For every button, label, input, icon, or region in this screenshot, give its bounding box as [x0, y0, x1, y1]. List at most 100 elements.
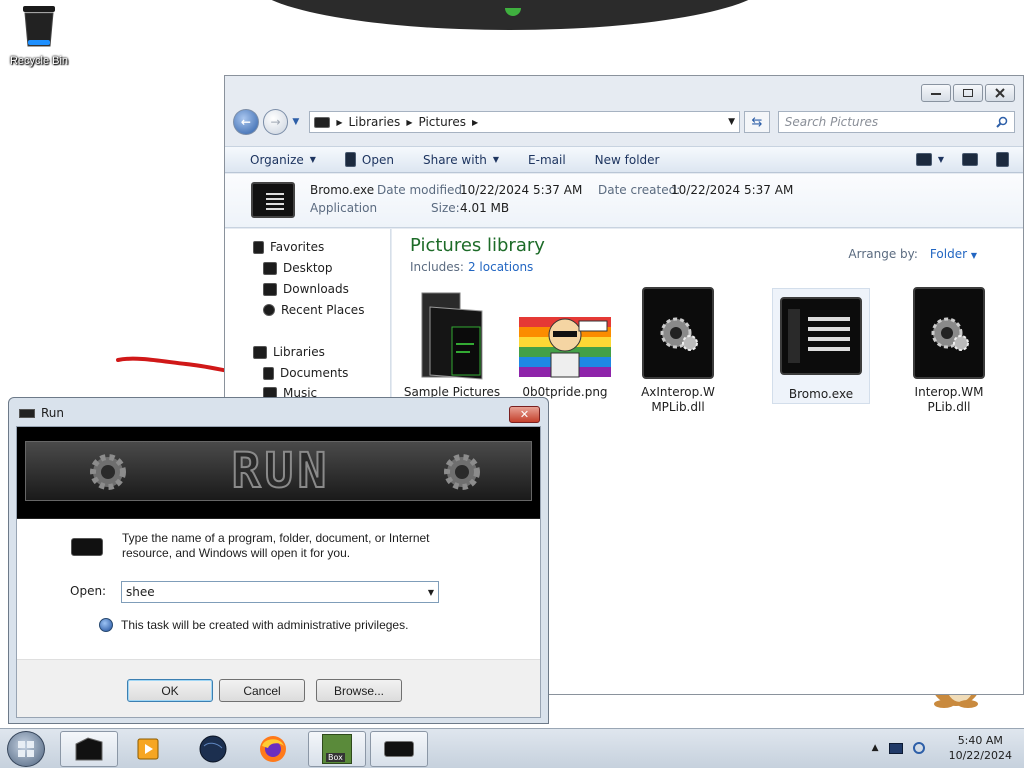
back-arrow-icon: ← — [240, 115, 251, 129]
close-button[interactable] — [985, 84, 1015, 102]
taskbar-explorer[interactable] — [60, 731, 118, 767]
run-body: RUN Type the name of a program, folder, … — [16, 426, 541, 718]
taskbar-media-player[interactable] — [120, 731, 178, 767]
favorites-icon — [253, 240, 264, 254]
ok-button[interactable]: OK — [127, 679, 213, 702]
recycle-bin-shortcut[interactable]: Recycle Bin — [8, 4, 70, 67]
new-folder-label: New folder — [594, 152, 660, 167]
file-item[interactable]: AxInterop.WMPLib.dll — [629, 287, 727, 415]
breadcrumb-pictures[interactable]: Pictures — [418, 115, 466, 129]
size-value: 4.01 MB — [460, 201, 510, 215]
preview-pane-icon[interactable] — [962, 153, 978, 166]
start-button[interactable] — [7, 731, 45, 767]
chevron-right-icon[interactable]: ▶ — [406, 118, 412, 127]
windows-logo-icon — [18, 741, 34, 757]
file-item[interactable]: Interop.WMPLib.dll — [900, 287, 998, 415]
system-tray: ▲ 5:40 AM 10/22/2024 — [872, 733, 1012, 763]
chevron-right-icon[interactable]: ▶ — [336, 118, 342, 127]
button-strip: OK Cancel Browse... — [17, 659, 540, 717]
sidebar-item-downloads[interactable]: Downloads — [263, 282, 349, 296]
open-input[interactable]: shee ▼ — [121, 581, 439, 603]
minimize-icon — [931, 93, 941, 95]
taskbar-firefox[interactable] — [244, 731, 302, 767]
minimize-button[interactable] — [921, 84, 951, 102]
back-button[interactable]: ← — [233, 109, 259, 135]
file-item[interactable]: 0b0tpride.png — [516, 287, 614, 400]
sidebar-item-libraries[interactable]: Libraries — [253, 345, 325, 359]
clock-time: 5:40 AM — [957, 734, 1003, 747]
recycle-bin-label: Recycle Bin — [9, 55, 69, 67]
open-button[interactable]: Open — [344, 152, 394, 167]
recent-places-icon — [263, 304, 275, 316]
date-created-value: 10/22/2024 5:37 AM — [671, 183, 794, 197]
box-app-icon: Box — [322, 734, 352, 764]
recent-pages-dropdown-icon[interactable]: ▼ — [292, 117, 299, 127]
libraries-label: Libraries — [273, 345, 325, 359]
sidebar-item-favorites[interactable]: Favorites — [253, 240, 324, 254]
email-button[interactable]: E-mail — [528, 153, 566, 167]
chevron-right-icon[interactable]: ▶ — [472, 118, 478, 127]
address-bar[interactable]: ▶ Libraries ▶ Pictures ▶ ▼ — [309, 111, 741, 133]
volume-icon[interactable] — [912, 742, 925, 754]
recycle-bin-icon — [23, 6, 55, 47]
taskbar-run[interactable] — [370, 731, 428, 767]
gear-icon — [444, 454, 480, 490]
shield-icon — [99, 618, 113, 632]
sidebar-item-documents[interactable]: Documents — [263, 366, 348, 380]
file-name: AxInterop.WMPLib.dll — [641, 385, 715, 414]
forward-button[interactable]: → — [262, 109, 289, 135]
refresh-button[interactable]: ⇆ — [744, 111, 770, 133]
chevron-down-icon: ▼ — [937, 155, 944, 164]
open-label: Open — [361, 152, 394, 167]
maximize-button[interactable] — [953, 84, 983, 102]
maximize-icon — [963, 89, 973, 97]
date-created-label: Date created: — [598, 183, 681, 197]
downloads-icon — [263, 282, 277, 296]
library-icon — [314, 116, 331, 128]
taskbar-box-app[interactable]: Box — [308, 731, 366, 767]
app-icon — [780, 297, 862, 375]
search-input[interactable]: Search Pictures — [777, 111, 1015, 133]
open-label: Open: — [70, 584, 107, 598]
organize-button[interactable]: Organize ▼ — [250, 153, 316, 167]
details-pane: Bromo.exe Application Date modified: 10/… — [225, 174, 1023, 228]
network-icon[interactable] — [888, 742, 903, 754]
share-with-button[interactable]: Share with ▼ — [423, 153, 499, 167]
chevron-down-icon[interactable]: ▼ — [428, 588, 434, 597]
close-icon — [995, 88, 1005, 98]
view-icon — [915, 153, 932, 166]
library-title: Pictures library — [410, 235, 545, 256]
file-item-selected[interactable]: Bromo.exe — [772, 288, 870, 404]
help-icon[interactable] — [996, 152, 1009, 167]
taskbar-globe-app[interactable] — [184, 731, 242, 767]
browse-button[interactable]: Browse... — [316, 679, 402, 702]
new-folder-button[interactable]: New folder — [595, 153, 660, 167]
change-view-button[interactable]: ▼ — [915, 153, 944, 166]
locations-link[interactable]: 2 locations — [468, 260, 533, 274]
arrange-by-dropdown[interactable]: Folder ▼ — [930, 247, 977, 261]
arrange-by-label: Arrange by: — [848, 247, 918, 261]
clock[interactable]: 5:40 AM 10/22/2024 — [949, 733, 1012, 763]
close-icon: ✕ — [519, 408, 530, 421]
open-input-value: shee — [126, 585, 155, 599]
dll-icon — [913, 287, 985, 379]
admin-notice: This task will be created with administr… — [99, 618, 408, 632]
sidebar-item-desktop[interactable]: Desktop — [263, 261, 333, 275]
window-controls — [921, 84, 1015, 102]
breadcrumb-libraries[interactable]: Libraries — [348, 115, 400, 129]
banner-run-text: RUN — [231, 443, 331, 499]
sidebar-item-recent-places[interactable]: Recent Places — [263, 303, 364, 317]
cancel-button[interactable]: Cancel — [219, 679, 305, 702]
documents-icon — [263, 366, 274, 380]
run-close-button[interactable]: ✕ — [509, 406, 540, 423]
banner-panel: RUN — [25, 441, 532, 501]
chevron-down-icon: ▼ — [309, 155, 316, 164]
file-item[interactable]: Sample Pictures — [403, 287, 501, 400]
show-hidden-icons-icon[interactable]: ▲ — [872, 743, 879, 753]
address-dropdown-icon[interactable]: ▼ — [728, 117, 735, 127]
arrange-by: Arrange by: Folder ▼ — [848, 247, 977, 261]
search-icon — [996, 116, 1008, 128]
refresh-icon: ⇆ — [751, 114, 763, 130]
image-thumbnail — [519, 317, 611, 378]
taskbar: Box ▲ 5:40 AM 10/22/2024 — [0, 728, 1024, 768]
